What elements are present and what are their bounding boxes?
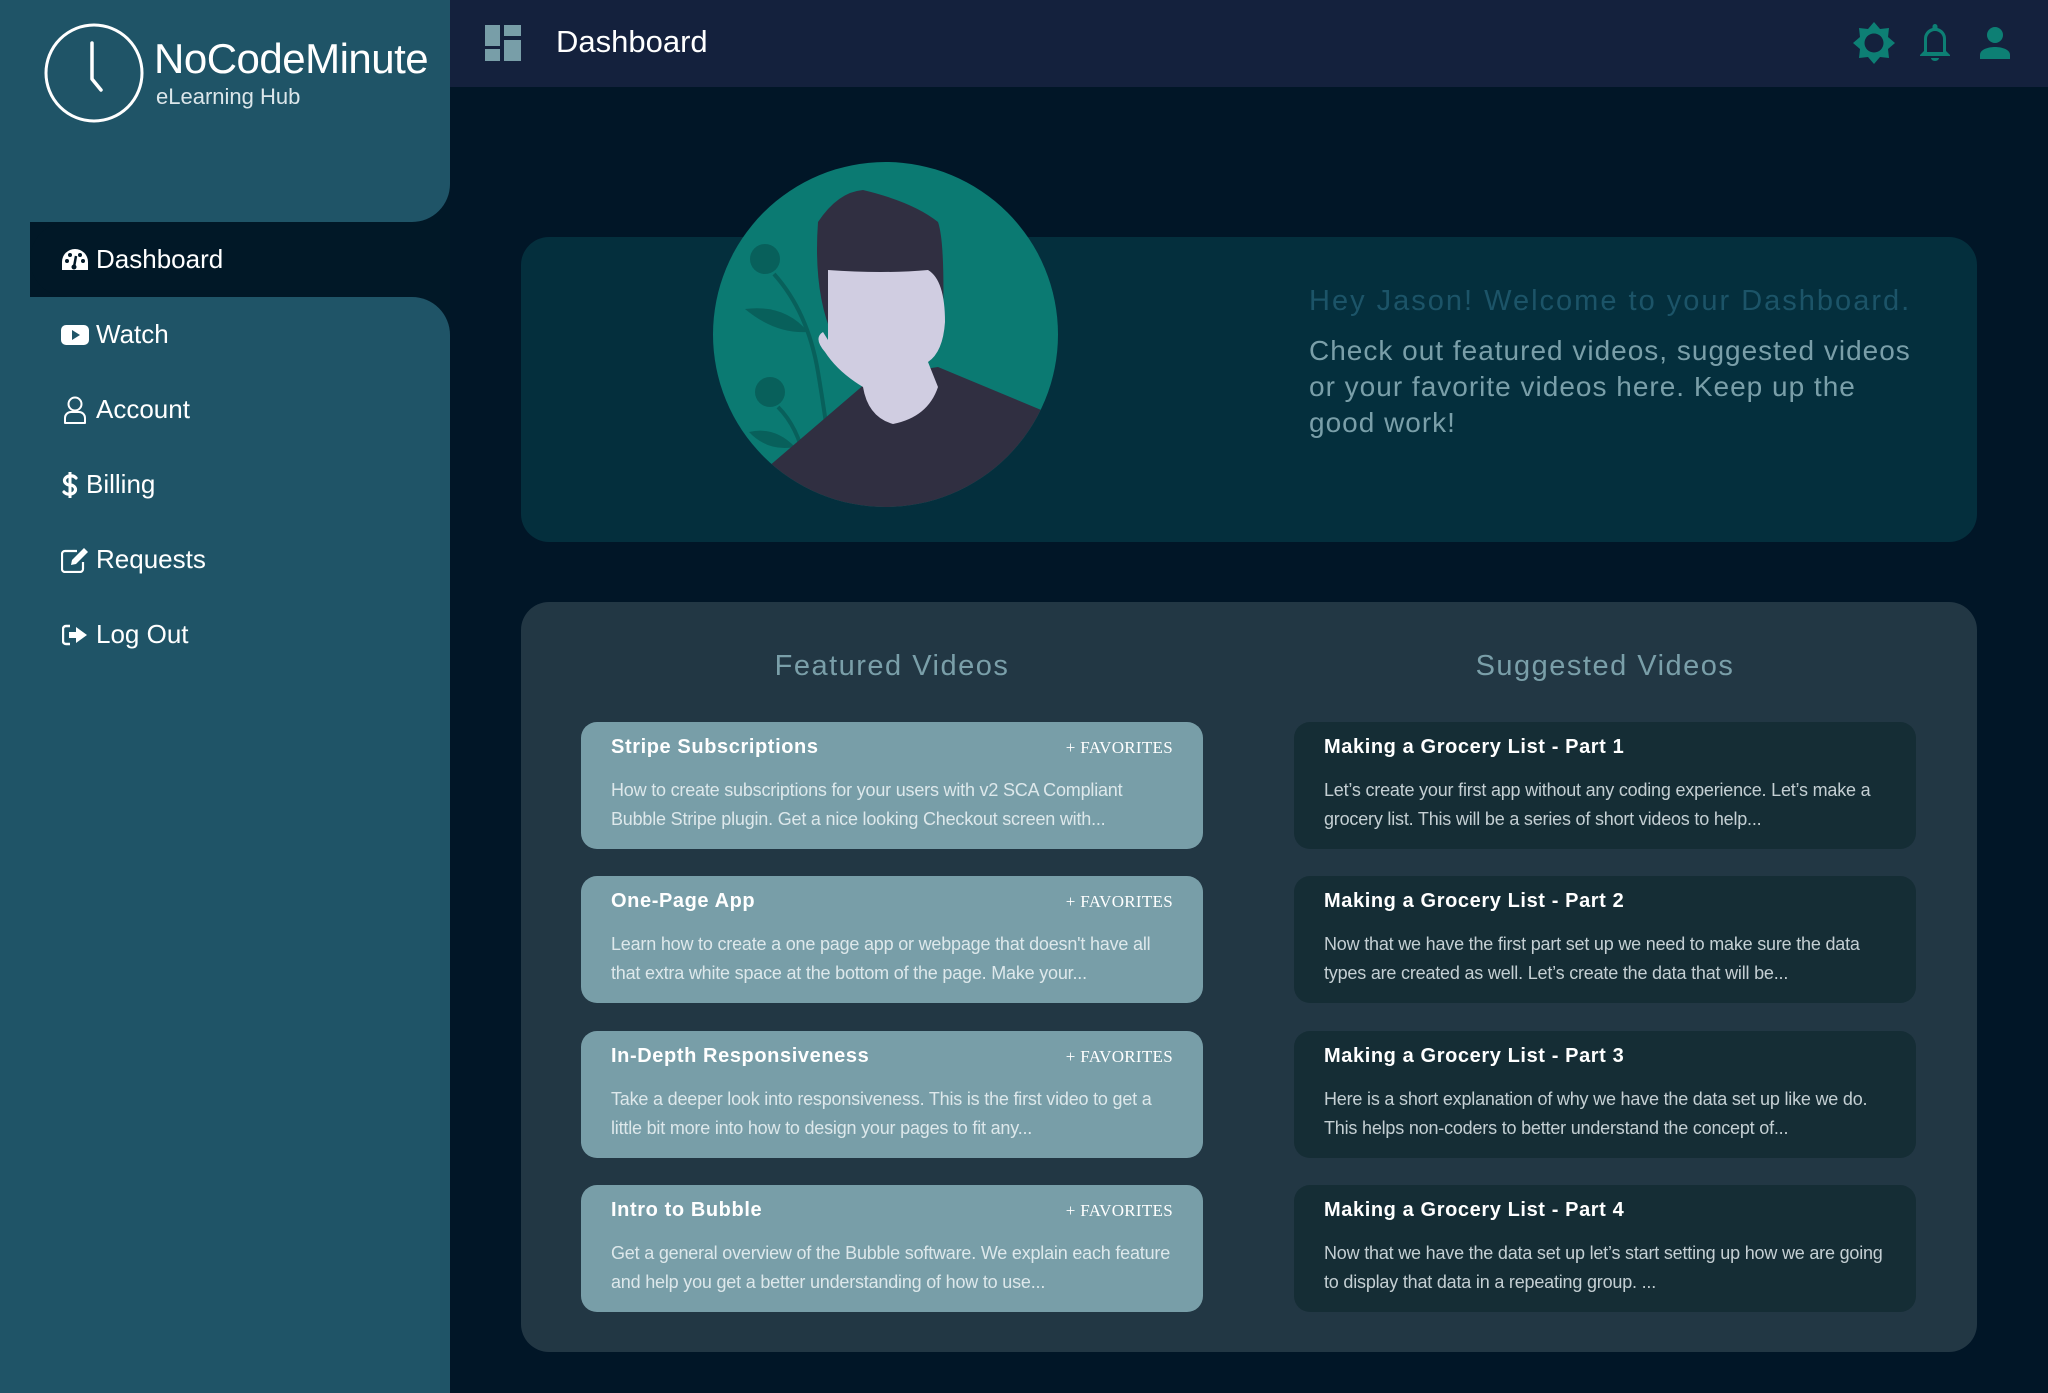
add-to-favorites-button[interactable]: + FAVORITES	[1066, 1047, 1173, 1067]
page-title: Dashboard	[556, 24, 708, 59]
featured-video-card[interactable]: One-Page App + FAVORITES Learn how to cr…	[581, 876, 1203, 1003]
welcome-title: Hey Jason! Welcome to your Dashboard.	[1309, 285, 1912, 317]
sidebar-item-watch[interactable]: Watch	[30, 297, 450, 372]
suggested-video-card[interactable]: Making a Grocery List - Part 3 Here is a…	[1294, 1031, 1916, 1158]
user-avatar-illustration	[713, 162, 1058, 507]
add-to-favorites-button[interactable]: + FAVORITES	[1066, 1201, 1173, 1221]
add-to-favorites-button[interactable]: + FAVORITES	[1066, 892, 1173, 912]
clock-icon	[44, 23, 144, 123]
sidebar-item-label: Billing	[86, 469, 156, 499]
welcome-body: Check out featured videos, suggested vid…	[1309, 335, 1911, 438]
logo[interactable]: NoCodeMinute eLearning Hub	[42, 21, 429, 125]
video-description: How to create subscriptions for your use…	[611, 780, 1123, 829]
add-to-favorites-button[interactable]: + FAVORITES	[1066, 738, 1173, 758]
top-header: Dashboard	[450, 0, 2048, 87]
video-title: Making a Grocery List - Part 2	[1324, 890, 1625, 912]
video-description: Let’s create your first app without any …	[1324, 780, 1871, 829]
youtube-play-icon	[60, 320, 90, 350]
sidebar-item-account[interactable]: Account	[30, 372, 450, 447]
user-outline-icon	[60, 395, 90, 425]
suggested-videos-heading: Suggested Videos	[1475, 650, 1735, 682]
sidebar: NoCodeMinute eLearning Hub Dashboard Wat…	[0, 0, 450, 1393]
sidebar-item-requests[interactable]: Requests	[30, 522, 450, 597]
sign-out-icon	[60, 620, 90, 650]
video-title: Making a Grocery List - Part 4	[1324, 1199, 1625, 1221]
sidebar-item-label: Account	[96, 394, 190, 424]
video-title: Making a Grocery List - Part 1	[1324, 736, 1625, 758]
dashboard-gauge-icon	[60, 245, 90, 275]
video-title: Stripe Subscriptions	[611, 736, 819, 758]
sidebar-item-label: Watch	[96, 319, 169, 349]
suggested-video-card[interactable]: Making a Grocery List - Part 1 Let’s cre…	[1294, 722, 1916, 849]
brand-tagline: eLearning Hub	[156, 84, 301, 109]
brand-name: NoCodeMinute	[154, 35, 429, 82]
sidebar-item-label: Log Out	[96, 619, 189, 649]
video-description: Get a general overview of the Bubble sof…	[611, 1243, 1171, 1292]
featured-videos-heading: Featured Videos	[774, 650, 1010, 682]
video-description: Now that we have the first part set up w…	[1324, 934, 1860, 983]
edit-icon	[60, 545, 90, 575]
featured-video-card[interactable]: In-Depth Responsiveness + FAVORITES Take…	[581, 1031, 1203, 1158]
featured-video-card[interactable]: Stripe Subscriptions + FAVORITES How to …	[581, 722, 1203, 849]
sidebar-fill	[0, 222, 30, 297]
dashboard-grid-icon	[485, 25, 521, 65]
video-title: One-Page App	[611, 890, 756, 912]
suggested-video-card[interactable]: Making a Grocery List - Part 2 Now that …	[1294, 876, 1916, 1003]
video-description: Learn how to create a one page app or we…	[611, 934, 1151, 983]
suggested-video-card[interactable]: Making a Grocery List - Part 4 Now that …	[1294, 1185, 1916, 1312]
video-title: Making a Grocery List - Part 3	[1324, 1045, 1625, 1067]
user-icon[interactable]	[1972, 20, 2018, 66]
sidebar-item-log-out[interactable]: Log Out	[30, 597, 450, 672]
video-description: Now that we have the data set up let’s s…	[1324, 1243, 1883, 1292]
bell-icon[interactable]	[1912, 20, 1958, 66]
sidebar-item-label: Requests	[96, 544, 206, 574]
sidebar-item-dashboard[interactable]: Dashboard	[30, 222, 450, 297]
video-description: Take a deeper look into responsiveness. …	[611, 1089, 1152, 1138]
featured-video-card[interactable]: Intro to Bubble + FAVORITES Get a genera…	[581, 1185, 1203, 1312]
dollar-icon	[60, 470, 80, 500]
brightness-icon[interactable]	[1851, 20, 1897, 66]
video-title: Intro to Bubble	[611, 1199, 763, 1221]
welcome-text: Hey Jason! Welcome to your Dashboard. Ch…	[1309, 283, 1929, 441]
sidebar-item-label: Dashboard	[96, 244, 224, 274]
video-description: Here is a short explanation of why we ha…	[1324, 1089, 1868, 1138]
sidebar-item-billing[interactable]: Billing	[30, 447, 450, 522]
video-title: In-Depth Responsiveness	[611, 1045, 870, 1067]
